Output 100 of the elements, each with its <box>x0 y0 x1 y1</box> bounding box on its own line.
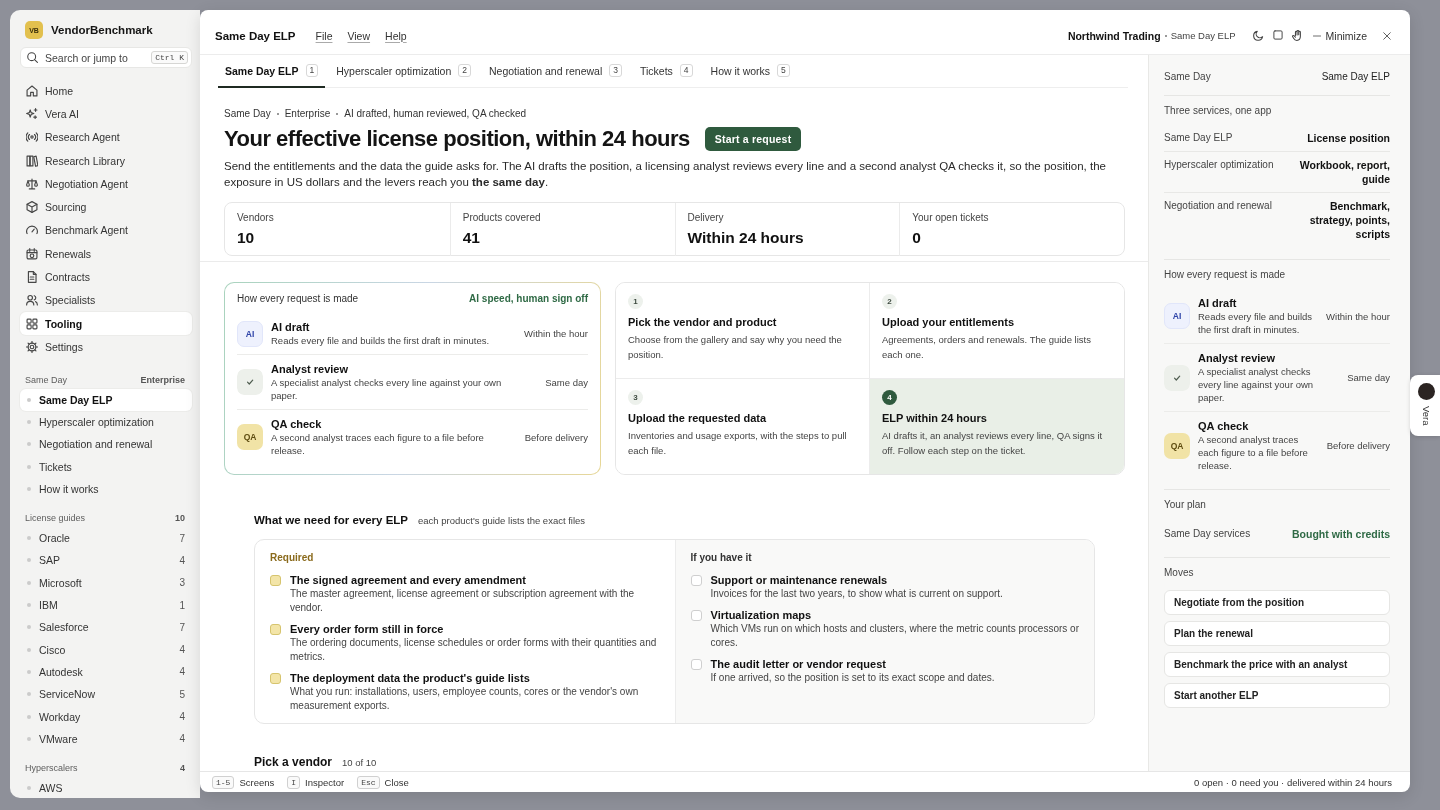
checkbox[interactable] <box>690 658 702 670</box>
bullet-icon <box>27 442 31 447</box>
brand-name: VendorBenchmark <box>51 24 153 36</box>
bullet-icon <box>27 580 31 585</box>
books-icon <box>26 154 38 167</box>
sidebar-item[interactable]: How it works <box>20 477 192 501</box>
requirement-description: Invoices for the last two years, to show what is current on support. <box>710 587 1003 601</box>
requirement-title: The deployment data the product's guide lists <box>290 671 531 685</box>
sidebar-item[interactable]: Oracle 7 <box>20 527 192 550</box>
section-title: Same Day <box>25 374 68 385</box>
row-label: Same Day services <box>1164 528 1251 540</box>
sidebar-item[interactable]: ServiceNow 5 <box>20 683 192 706</box>
step-title: Upload your entitlements <box>882 315 1016 329</box>
calendar-icon <box>26 247 38 260</box>
menu-item[interactable]: Help <box>385 29 407 42</box>
column-title: If you have it <box>690 552 753 564</box>
check-icon <box>1164 364 1190 391</box>
status-text: 0 open · 0 need you · delivered within 24 hours <box>1193 776 1392 788</box>
nav-item[interactable]: Research Library <box>20 148 192 173</box>
sidebar-item[interactable]: Hyperscaler optimization <box>20 410 192 434</box>
step-number: 2 <box>882 294 897 309</box>
requirement-description: The ordering documents, license schedules or order forms with their quantities and metrics. <box>290 636 658 664</box>
shortcut-label: Inspector <box>305 776 345 788</box>
bullet-icon <box>27 464 31 469</box>
sidebar-item[interactable]: VMware 4 <box>20 727 192 750</box>
nav-item[interactable]: Tooling <box>20 311 192 336</box>
nav-item[interactable]: Benchmark Agent <box>20 218 192 243</box>
tab-key: 3 <box>609 64 622 77</box>
checkbox[interactable] <box>270 672 281 684</box>
stage-description: Reads every file and builds the first draft in minutes. <box>271 334 491 347</box>
move-button[interactable]: Start another ELP <box>1164 683 1390 708</box>
row-value: Benchmark, strategy, points, scripts <box>1308 199 1390 241</box>
breadcrumb-item: AI drafted, human reviewed, QA checked <box>344 107 527 121</box>
stage-tile: QA <box>1164 432 1190 459</box>
stat-label: Vendors <box>237 212 275 224</box>
tab[interactable]: How it works 5 <box>703 55 797 88</box>
item-count: 7 <box>179 621 185 633</box>
avatar-icon <box>1417 383 1435 400</box>
sidebar-item[interactable]: Same Day ELP <box>20 388 192 411</box>
section-detail: 4 <box>180 763 185 773</box>
nav-item[interactable]: Negotiation Agent <box>20 172 192 196</box>
gauge-icon <box>26 224 38 237</box>
sidebar-item[interactable]: Microsoft 3 <box>20 571 192 594</box>
step-description: Choose from the gallery and say why you need the position. <box>628 333 843 362</box>
tab[interactable]: Hyperscaler optimization 2 <box>329 55 478 88</box>
requirement-description: Which VMs run on which hosts and clusters, where the metric counts processors or cores. <box>710 622 1079 650</box>
stat-label: Your open tickets <box>912 212 990 224</box>
menu-item[interactable]: File <box>315 29 333 42</box>
moon-icon[interactable] <box>1252 30 1264 41</box>
stage-title: Analyst review <box>271 362 350 376</box>
bullet-icon <box>27 714 31 719</box>
document-icon <box>26 271 38 283</box>
sidebar-item[interactable]: Cisco 4 <box>20 638 192 661</box>
request-button[interactable]: Start a request <box>704 127 802 151</box>
checkbox[interactable] <box>690 574 702 586</box>
tab[interactable]: Same Day ELP 1 <box>218 55 326 88</box>
minimize-button[interactable]: Minimize <box>1312 29 1367 42</box>
checkbox[interactable] <box>270 574 281 586</box>
step-description: Inventories and usage exports, with the steps to pull each file. <box>628 428 848 458</box>
move-button[interactable]: Benchmark the price with an analyst <box>1164 652 1390 677</box>
stage-timing: Same day <box>544 376 588 388</box>
nav-item[interactable]: Research Agent <box>20 125 192 149</box>
tab[interactable]: Tickets 4 <box>632 55 700 88</box>
shortcut-key: Ctrl K <box>151 51 188 64</box>
nav-item[interactable]: Vera AI <box>20 102 192 126</box>
nav-item[interactable]: Renewals <box>20 242 192 266</box>
close-icon[interactable] <box>1383 31 1391 40</box>
bullet-icon <box>27 558 31 563</box>
sidebar-item[interactable]: Tickets <box>20 455 192 478</box>
menu-item[interactable]: View <box>347 29 371 42</box>
breadcrumb-item: Enterprise <box>284 107 331 121</box>
hand-icon[interactable] <box>1291 30 1303 41</box>
intro-text: Send the entitlements and the data the guide asks for. The AI drafts the position, a licensing analyst reviews every line and a second analyst QA checks it, so the position, the exposure in US dollars and the levers reach you the same day. <box>224 159 1107 190</box>
move-button[interactable]: Plan the renewal <box>1164 621 1390 646</box>
nav-item[interactable]: Contracts <box>20 265 192 289</box>
nav-item[interactable]: Specialists <box>20 288 192 312</box>
package-icon <box>26 201 38 214</box>
checkbox[interactable] <box>270 623 281 635</box>
sidebar-item[interactable]: SAP 4 <box>20 549 192 572</box>
sidebar-item[interactable]: IBM 1 <box>20 593 192 617</box>
sidebar-item[interactable]: Autodesk 4 <box>20 660 192 684</box>
shortcut-label: Close <box>384 776 409 788</box>
square-icon[interactable] <box>1272 30 1283 40</box>
nav-item[interactable]: Home <box>20 79 192 103</box>
section-heading: Pick a vendor <box>254 754 333 770</box>
sidebar-item[interactable]: Workday 4 <box>20 705 192 728</box>
requirement-title: The audit letter or vendor request <box>710 657 887 671</box>
tab[interactable]: Negotiation and renewal 3 <box>482 55 629 88</box>
sidebar-item[interactable]: Salesforce 7 <box>20 616 192 639</box>
step-description: Agreements, orders and renewals. The guide lists each one. <box>882 333 1092 362</box>
home-icon <box>26 84 38 97</box>
nav-item[interactable]: Sourcing <box>20 195 192 219</box>
tab-key: 1 <box>305 64 319 77</box>
sidebar-item[interactable]: AWS <box>20 777 192 798</box>
stat-label: Delivery <box>687 212 725 224</box>
nav-item[interactable]: Settings <box>20 335 192 359</box>
assistant-tab[interactable]: Vera <box>1410 375 1440 436</box>
sidebar-item[interactable]: Negotiation and renewal <box>20 433 192 456</box>
move-button[interactable]: Negotiate from the position <box>1164 590 1390 615</box>
checkbox[interactable] <box>690 609 702 621</box>
